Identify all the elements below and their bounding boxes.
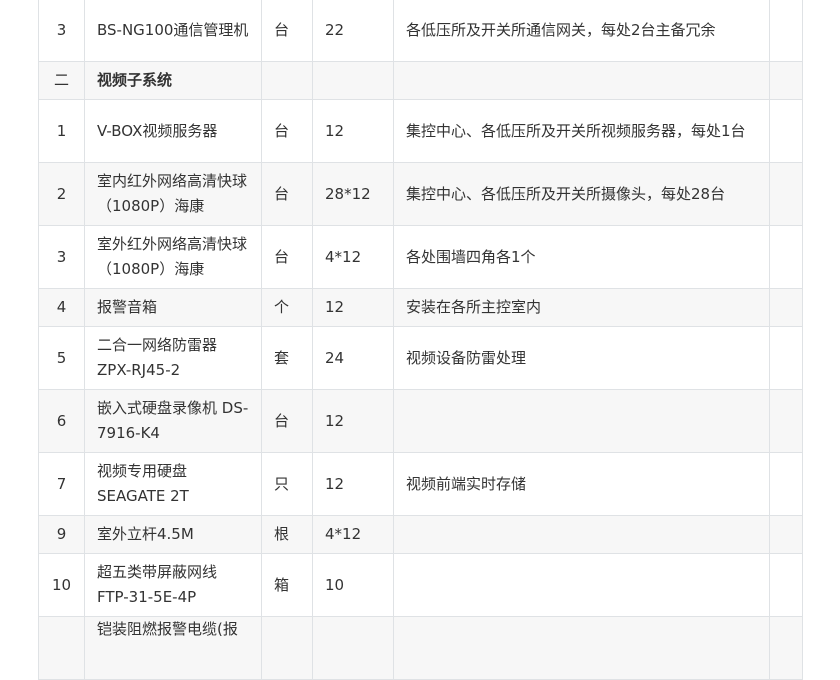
- item-quantity: [312, 61, 394, 100]
- item-quantity: 12: [312, 452, 394, 516]
- item-name: 铠装阻燃报警电缆(报: [84, 616, 262, 680]
- table-row: 铠装阻燃报警电缆(报: [38, 616, 803, 680]
- table-row: 9 室外立杆4.5M 根 4*12: [38, 515, 803, 554]
- empty-cell: [769, 288, 803, 327]
- empty-cell: [769, 61, 803, 100]
- row-number: 1: [38, 99, 85, 163]
- item-unit: 台: [261, 225, 313, 289]
- item-unit: 套: [261, 326, 313, 390]
- item-note: [393, 389, 770, 453]
- item-note: 集控中心、各低压所及开关所摄像头，每处28台: [393, 162, 770, 226]
- item-note: 视频前端实时存储: [393, 452, 770, 516]
- item-note: 各低压所及开关所通信网关，每处2台主备冗余: [393, 0, 770, 62]
- item-note: 集控中心、各低压所及开关所视频服务器，每处1台: [393, 99, 770, 163]
- item-quantity: 12: [312, 99, 394, 163]
- item-quantity: 4*12: [312, 225, 394, 289]
- row-number: 7: [38, 452, 85, 516]
- table-row: 1 V-BOX视频服务器 台 12 集控中心、各低压所及开关所视频服务器，每处1…: [38, 99, 803, 163]
- item-unit: 个: [261, 288, 313, 327]
- empty-cell: [769, 515, 803, 554]
- item-note: [393, 553, 770, 617]
- item-note: 各处围墙四角各1个: [393, 225, 770, 289]
- table-row: 4 报警音箱 个 12 安装在各所主控室内: [38, 288, 803, 327]
- empty-cell: [769, 99, 803, 163]
- item-unit: 台: [261, 389, 313, 453]
- row-number: 4: [38, 288, 85, 327]
- item-quantity: 10: [312, 553, 394, 617]
- item-name: V-BOX视频服务器: [84, 99, 262, 163]
- item-note: 视频设备防雷处理: [393, 326, 770, 390]
- item-quantity: 28*12: [312, 162, 394, 226]
- row-number: 3: [38, 0, 85, 62]
- table-body: 3 BS-NG100通信管理机 台 22 各低压所及开关所通信网关，每处2台主备…: [38, 0, 803, 680]
- item-name: 二合一网络防雷器 ZPX-RJ45-2: [84, 326, 262, 390]
- section-title: 视频子系统: [84, 61, 262, 100]
- empty-cell: [769, 326, 803, 390]
- item-name: 报警音箱: [84, 288, 262, 327]
- item-unit: 台: [261, 99, 313, 163]
- item-quantity: [312, 616, 394, 680]
- row-number: [38, 616, 85, 680]
- equipment-table: 3 BS-NG100通信管理机 台 22 各低压所及开关所通信网关，每处2台主备…: [38, 0, 803, 680]
- empty-cell: [769, 0, 803, 62]
- item-unit: [261, 61, 313, 100]
- item-note: [393, 61, 770, 100]
- empty-cell: [769, 225, 803, 289]
- table-row: 6 嵌入式硬盘录像机 DS-7916-K4 台 12: [38, 389, 803, 453]
- item-name: 室内红外网络高清快球（1080P）海康: [84, 162, 262, 226]
- row-number: 3: [38, 225, 85, 289]
- item-name: BS-NG100通信管理机: [84, 0, 262, 62]
- empty-cell: [769, 162, 803, 226]
- item-note: [393, 515, 770, 554]
- item-note: 安装在各所主控室内: [393, 288, 770, 327]
- empty-cell: [769, 452, 803, 516]
- row-number: 5: [38, 326, 85, 390]
- section-number: 二: [38, 61, 85, 100]
- table-row: 10 超五类带屏蔽网线 FTP-31-5E-4P 箱 10: [38, 553, 803, 617]
- table-row: 3 室外红外网络高清快球（1080P）海康 台 4*12 各处围墙四角各1个: [38, 225, 803, 289]
- item-unit: 台: [261, 0, 313, 62]
- row-number: 9: [38, 515, 85, 554]
- empty-cell: [769, 553, 803, 617]
- item-quantity: 22: [312, 0, 394, 62]
- item-name: 超五类带屏蔽网线 FTP-31-5E-4P: [84, 553, 262, 617]
- item-unit: 箱: [261, 553, 313, 617]
- item-name: 室外立杆4.5M: [84, 515, 262, 554]
- table-row: 3 BS-NG100通信管理机 台 22 各低压所及开关所通信网关，每处2台主备…: [38, 0, 803, 62]
- item-name: 视频专用硬盘 SEAGATE 2T: [84, 452, 262, 516]
- empty-cell: [769, 389, 803, 453]
- item-quantity: 24: [312, 326, 394, 390]
- row-number: 10: [38, 553, 85, 617]
- row-number: 2: [38, 162, 85, 226]
- section-row: 二 视频子系统: [38, 61, 803, 100]
- item-note: [393, 616, 770, 680]
- item-quantity: 4*12: [312, 515, 394, 554]
- item-unit: 根: [261, 515, 313, 554]
- item-unit: 只: [261, 452, 313, 516]
- table-row: 2 室内红外网络高清快球（1080P）海康 台 28*12 集控中心、各低压所及…: [38, 162, 803, 226]
- item-quantity: 12: [312, 389, 394, 453]
- table-row: 5 二合一网络防雷器 ZPX-RJ45-2 套 24 视频设备防雷处理: [38, 326, 803, 390]
- table-row: 7 视频专用硬盘 SEAGATE 2T 只 12 视频前端实时存储: [38, 452, 803, 516]
- item-unit: [261, 616, 313, 680]
- item-name: 室外红外网络高清快球（1080P）海康: [84, 225, 262, 289]
- item-quantity: 12: [312, 288, 394, 327]
- item-name: 嵌入式硬盘录像机 DS-7916-K4: [84, 389, 262, 453]
- item-unit: 台: [261, 162, 313, 226]
- row-number: 6: [38, 389, 85, 453]
- empty-cell: [769, 616, 803, 680]
